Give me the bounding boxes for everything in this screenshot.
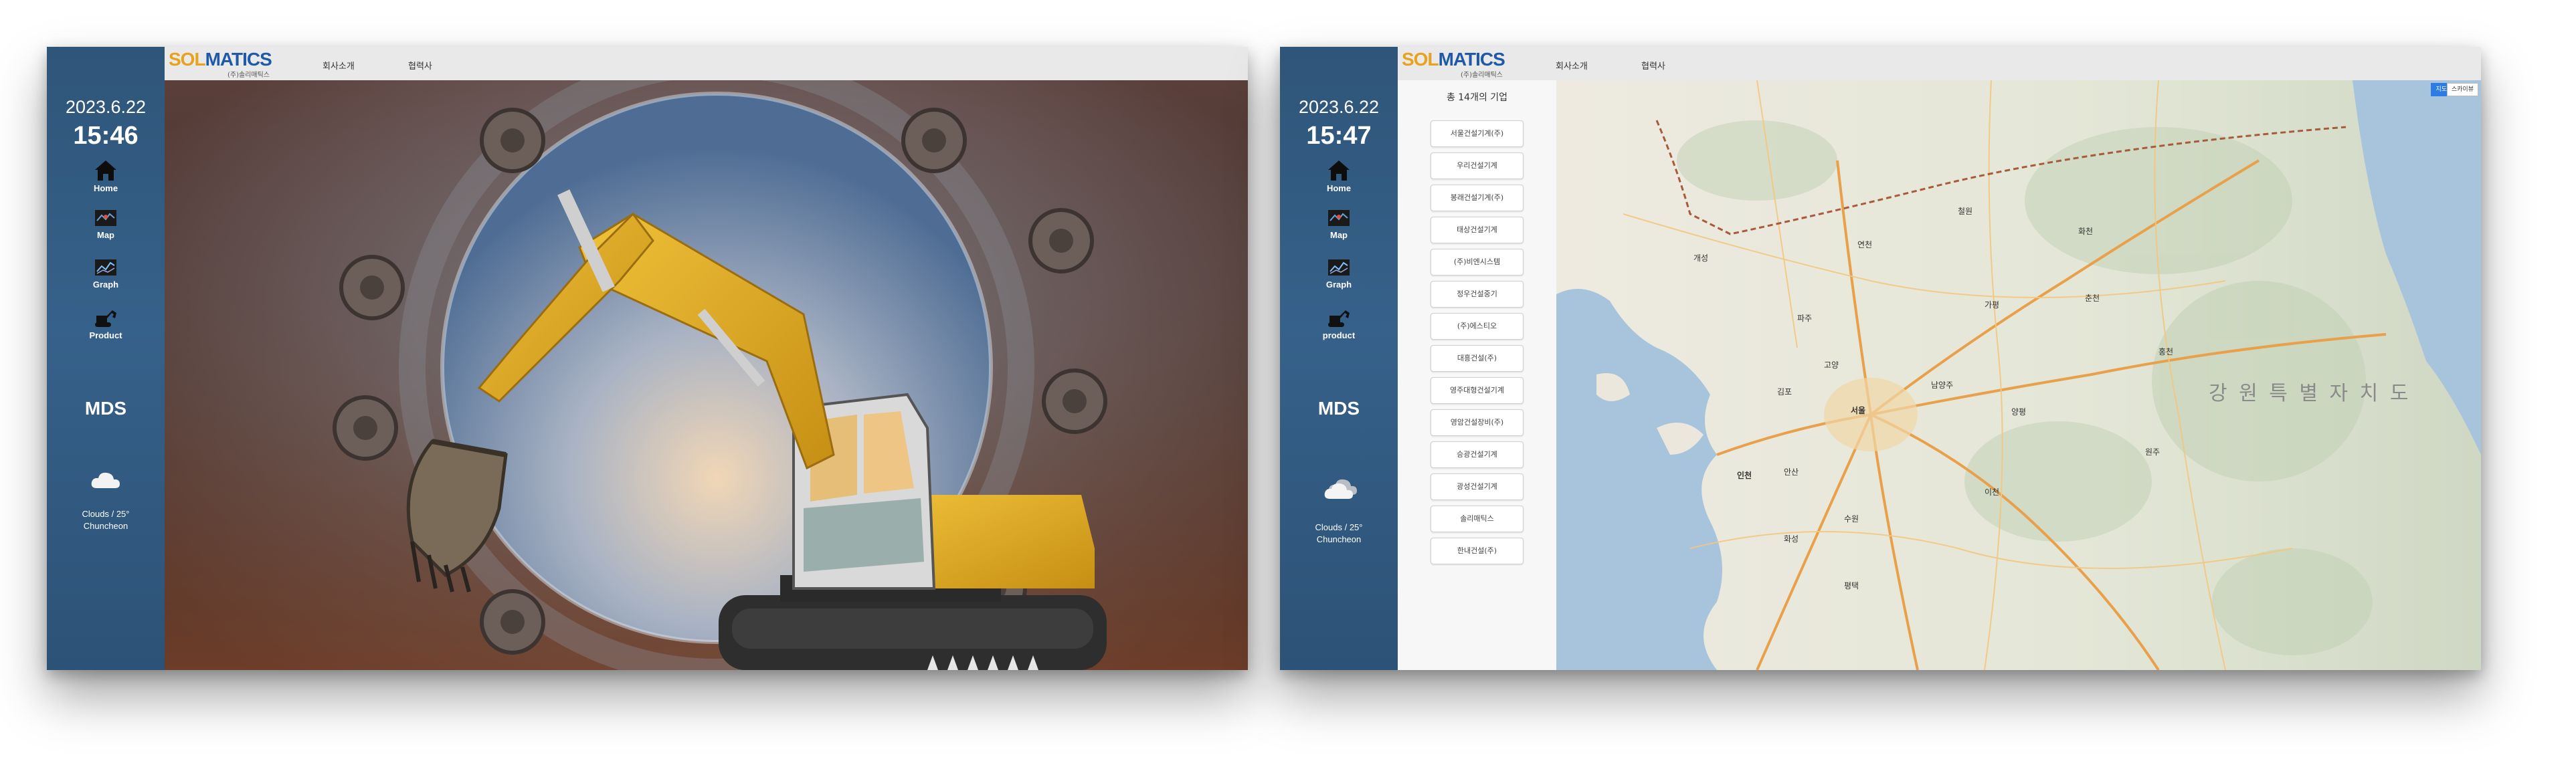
- screen-home: 2023.6.22 15:46 Home Map Graph Product M…: [47, 47, 1248, 670]
- map-label: 안산: [1784, 467, 1799, 477]
- home-icon: [95, 160, 116, 181]
- logo-matics: MATICS: [205, 49, 272, 70]
- company-item[interactable]: 정우건설중기: [1431, 281, 1524, 308]
- company-item[interactable]: 한내건설(주): [1431, 538, 1524, 564]
- map-icon: [95, 210, 116, 226]
- weather-city: Chuncheon: [83, 521, 128, 531]
- weather-condition: Clouds / 25°: [1315, 522, 1363, 532]
- company-item[interactable]: 영암건설장비(주): [1431, 409, 1524, 436]
- map-view[interactable]: 개성 서울 인천 수원 남양주 양평 가평 춘천 홍천 원주 이천 평택 화성 …: [1556, 80, 2481, 670]
- company-item[interactable]: 서울건설기계(주): [1431, 120, 1524, 147]
- nav-home[interactable]: Home: [1280, 159, 1398, 193]
- top-bar: SOLMATICS (주)솔리매틱스 회사소개 협력사: [1398, 47, 2481, 80]
- map-label: 인천: [1737, 470, 1752, 480]
- nav-home-label: Home: [1326, 183, 1352, 193]
- weather-condition: Clouds / 25°: [82, 509, 130, 519]
- logo-subtitle: (주)솔리매틱스: [1461, 72, 1503, 79]
- logo-subtitle: (주)솔리매틱스: [227, 72, 270, 79]
- company-item[interactable]: (주)비엔시스템: [1431, 249, 1524, 276]
- nav-graph[interactable]: Graph: [1280, 258, 1398, 290]
- nav-map-label: Map: [97, 230, 114, 240]
- company-item[interactable]: 광성건설기계: [1431, 473, 1524, 500]
- company-item[interactable]: 봉래건설기계(주): [1431, 185, 1524, 211]
- company-item[interactable]: (주)에스티오: [1431, 313, 1524, 340]
- excavator-hero-illustration: [165, 80, 1248, 670]
- map-label: 가평: [1985, 300, 1999, 310]
- nav-map-label: Map: [1330, 230, 1348, 240]
- company-item[interactable]: 솔리매틱스: [1431, 506, 1524, 532]
- nav-product-label: Product: [89, 330, 122, 340]
- map-label: 철원: [1958, 207, 1972, 216]
- map-label: 파주: [1797, 314, 1812, 323]
- nav-product[interactable]: product: [1280, 308, 1398, 340]
- map-label: 남양주: [1931, 380, 1953, 390]
- company-item[interactable]: 승광건설기계: [1431, 441, 1524, 468]
- sidebar: 2023.6.22 15:46 Home Map Graph Product M…: [47, 47, 165, 670]
- weather-info: Clouds / 25° Chuncheon: [47, 508, 165, 532]
- korea-road-map[interactable]: 개성 서울 인천 수원 남양주 양평 가평 춘천 홍천 원주 이천 평택 화성 …: [1556, 80, 2481, 670]
- map-label: 이천: [1985, 487, 1999, 497]
- company-item[interactable]: 태상건설기계: [1431, 217, 1524, 243]
- map-label: 춘천: [2085, 293, 2100, 303]
- map-label: 개성: [1693, 253, 1708, 263]
- app-title: MDS: [1317, 398, 1360, 419]
- app-title: MDS: [84, 398, 127, 419]
- cloud-icon: [91, 472, 120, 488]
- menu-about[interactable]: 회사소개: [1556, 59, 1588, 72]
- top-bar: SOLMATICS (주)솔리매틱스 회사소개 협력사: [165, 47, 1248, 80]
- nav-home-label: Home: [93, 183, 118, 193]
- date-display: 2023.6.22: [65, 97, 147, 117]
- solmatics-logo[interactable]: SOLMATICS (주)솔리매틱스: [169, 49, 276, 79]
- company-item[interactable]: 대흥건설(주): [1431, 345, 1524, 372]
- nav-map[interactable]: Map: [1280, 209, 1398, 240]
- map-label: 서울: [1851, 405, 1865, 415]
- nav-product[interactable]: Product: [47, 308, 165, 340]
- menu-partners[interactable]: 협력사: [408, 59, 432, 72]
- graph-icon: [1328, 259, 1350, 276]
- excavator-icon: [95, 310, 116, 327]
- company-count: 총 14개의 기업: [1446, 92, 1508, 103]
- time-display: 15:47: [1306, 122, 1372, 150]
- nav-graph-label: Graph: [92, 280, 119, 290]
- map-label: 연천: [1857, 239, 1872, 249]
- nav-graph-label: Graph: [1325, 280, 1352, 290]
- date-display: 2023.6.22: [1298, 97, 1380, 117]
- logo-sol: SOL: [1402, 49, 1439, 70]
- time-display: 15:46: [73, 122, 139, 150]
- map-label: 평택: [1844, 581, 1859, 590]
- map-label: 화성: [1784, 534, 1799, 544]
- menu-partners[interactable]: 협력사: [1641, 59, 1665, 72]
- company-list-panel: 총 14개의 기업 서울건설기계(주) 우리건설기계 봉래건설기계(주) 태상건…: [1398, 80, 1556, 670]
- map-label: 고양: [1824, 360, 1839, 370]
- nav-product-label: product: [1322, 330, 1356, 340]
- map-label: 양평: [2011, 407, 2026, 417]
- sidebar: 2023.6.22 15:47 Home Map Graph product M…: [1280, 47, 1398, 670]
- screen-map: 2023.6.22 15:47 Home Map Graph product M…: [1280, 47, 2481, 670]
- home-icon: [1328, 160, 1350, 181]
- weather-info: Clouds / 25° Chuncheon: [1280, 522, 1398, 546]
- map-type-satellite-button[interactable]: 스카이뷰: [2446, 83, 2478, 96]
- nav-map[interactable]: Map: [47, 209, 165, 240]
- map-label: 수원: [1844, 514, 1859, 524]
- hero-image: [165, 80, 1248, 670]
- weather-city: Chuncheon: [1316, 534, 1362, 544]
- nav-graph[interactable]: Graph: [47, 258, 165, 290]
- graph-icon: [95, 259, 116, 276]
- nav-home[interactable]: Home: [47, 159, 165, 193]
- map-label: 김포: [1777, 387, 1792, 397]
- menu-about[interactable]: 회사소개: [323, 59, 355, 72]
- map-label: 원주: [2145, 447, 2160, 457]
- region-label: 강 원 특 별 자 치 도: [2209, 382, 2411, 405]
- company-item[interactable]: 영주대형건설기계: [1431, 377, 1524, 404]
- map-label: 홍천: [2158, 346, 2173, 356]
- logo-matics: MATICS: [1438, 49, 1505, 70]
- map-icon: [1328, 210, 1350, 226]
- excavator-icon: [1328, 310, 1350, 327]
- cloud-icon: [1324, 479, 1357, 499]
- map-label: 화천: [2078, 226, 2093, 236]
- solmatics-logo[interactable]: SOLMATICS (주)솔리매틱스: [1402, 49, 1509, 79]
- logo-sol: SOL: [169, 49, 206, 70]
- company-item[interactable]: 우리건설기계: [1431, 152, 1524, 179]
